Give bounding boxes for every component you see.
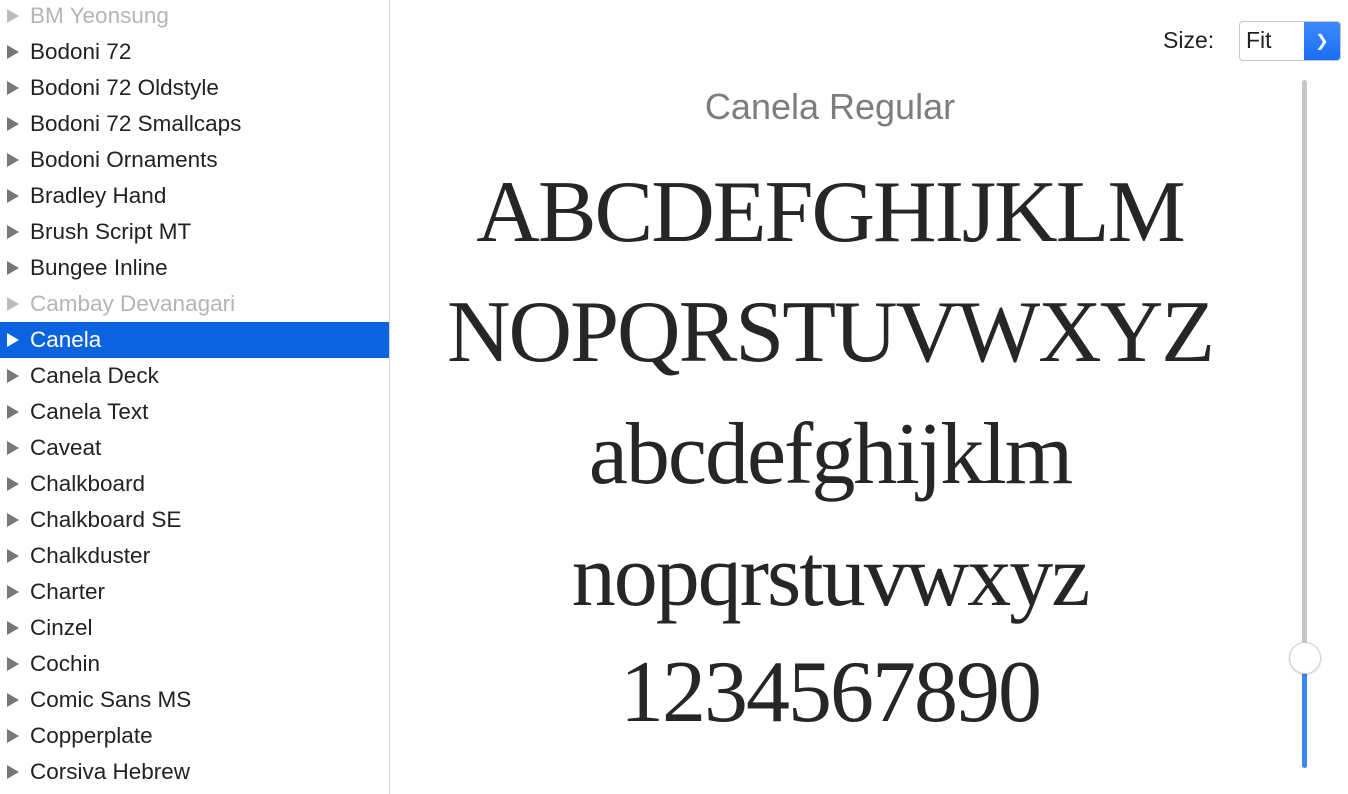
disclosure-triangle-icon[interactable]	[7, 369, 19, 383]
font-list-item[interactable]: Brush Script MT	[0, 214, 389, 250]
sample-lowercase-2: nopqrstuvwxyz	[571, 528, 1091, 625]
font-family-name: Brush Script MT	[30, 219, 192, 244]
disclosure-triangle-icon[interactable]	[7, 153, 19, 167]
font-list-item[interactable]: Bodoni 72	[0, 34, 389, 70]
font-family-name: Cinzel	[30, 615, 93, 640]
size-label: Size:	[1163, 27, 1215, 53]
font-family-name: Canela Text	[30, 399, 149, 424]
font-list-item[interactable]: BM Yeonsung	[0, 0, 389, 34]
disclosure-triangle-icon[interactable]	[7, 477, 19, 491]
font-family-name: Canela Deck	[30, 363, 159, 388]
disclosure-triangle-icon[interactable]	[7, 189, 19, 203]
sample-lowercase-1: abcdefghijklm	[588, 406, 1073, 503]
font-family-name: Chalkboard	[30, 471, 146, 496]
font-list-item[interactable]: Cambay Devanagari	[0, 286, 389, 322]
font-list-item[interactable]: Canela	[0, 322, 389, 358]
disclosure-triangle-icon[interactable]	[7, 585, 19, 599]
disclosure-triangle-icon[interactable]	[7, 693, 19, 707]
size-slider-fill	[1302, 657, 1307, 768]
font-family-name: Copperplate	[30, 723, 153, 748]
font-list-item[interactable]: Canela Deck	[0, 358, 389, 394]
disclosure-triangle-icon[interactable]	[7, 729, 19, 743]
disclosure-triangle-icon[interactable]	[7, 225, 19, 239]
font-family-name: Charter	[30, 579, 106, 604]
font-list-item[interactable]: Caveat	[0, 430, 389, 466]
font-family-name: Cambay Devanagari	[30, 291, 236, 316]
font-family-name: Bodoni 72 Smallcaps	[30, 111, 242, 136]
disclosure-triangle-icon[interactable]	[7, 45, 19, 59]
font-family-name: Cochin	[30, 651, 101, 676]
sample-uppercase-2: NOPQRSTUVWXYZ	[447, 284, 1215, 381]
disclosure-triangle-icon[interactable]	[7, 513, 19, 527]
font-list-item[interactable]: Chalkduster	[0, 538, 389, 574]
font-list-item[interactable]: Copperplate	[0, 718, 389, 754]
font-list-item[interactable]: Charter	[0, 574, 389, 610]
disclosure-triangle-icon[interactable]	[7, 117, 19, 131]
font-family-name: Bodoni 72	[30, 39, 132, 64]
font-family-name: Bungee Inline	[30, 255, 168, 280]
font-family-name: Canela	[30, 327, 102, 352]
font-list-item[interactable]: Canela Text	[0, 394, 389, 430]
disclosure-triangle-icon[interactable]	[7, 333, 19, 347]
font-family-name: Bodoni Ornaments	[30, 147, 218, 172]
font-list-item[interactable]: Cochin	[0, 646, 389, 682]
disclosure-triangle-icon[interactable]	[7, 9, 19, 23]
disclosure-triangle-icon[interactable]	[7, 441, 19, 455]
font-family-name: BM Yeonsung	[30, 3, 169, 28]
disclosure-triangle-icon[interactable]	[7, 405, 19, 419]
disclosure-triangle-icon[interactable]	[7, 549, 19, 563]
font-list-item[interactable]: Bodoni Ornaments	[0, 142, 389, 178]
font-list-item[interactable]: Comic Sans MS	[0, 682, 389, 718]
sample-uppercase-1: ABCDEFGHIJKLM	[476, 164, 1185, 261]
font-list-item[interactable]: Bodoni 72 Oldstyle	[0, 70, 389, 106]
disclosure-triangle-icon[interactable]	[7, 297, 19, 311]
font-list-item[interactable]: Cinzel	[0, 610, 389, 646]
font-family-name: Bradley Hand	[30, 183, 167, 208]
chevron-down-icon[interactable]: ❯	[1304, 22, 1340, 60]
size-value: Fit	[1246, 27, 1272, 53]
font-list[interactable]: BM Yeonsung Bodoni 72 Bodoni 72 Oldstyle Bo…	[0, 0, 390, 794]
font-family-name: Chalkduster	[30, 543, 151, 568]
font-list-item[interactable]: Bradley Hand	[0, 178, 389, 214]
font-family-name: Bodoni 72 Oldstyle	[30, 75, 219, 100]
disclosure-triangle-icon[interactable]	[7, 81, 19, 95]
font-list-item[interactable]: Chalkboard SE	[0, 502, 389, 538]
font-family-name: Corsiva Hebrew	[30, 759, 191, 784]
font-list-item[interactable]: Chalkboard	[0, 466, 389, 502]
font-list-item[interactable]: Bodoni 72 Smallcaps	[0, 106, 389, 142]
disclosure-triangle-icon[interactable]	[7, 765, 19, 779]
disclosure-triangle-icon[interactable]	[7, 621, 19, 635]
font-list-item[interactable]: Bungee Inline	[0, 250, 389, 286]
size-slider-thumb[interactable]	[1289, 641, 1321, 674]
preview-title: Canela Regular	[704, 86, 956, 127]
font-family-name: Caveat	[30, 435, 102, 460]
font-family-name: Chalkboard SE	[30, 507, 182, 532]
font-family-name: Comic Sans MS	[30, 687, 192, 712]
font-list-item[interactable]: Corsiva Hebrew	[0, 754, 389, 790]
sample-digits: 1234567890	[620, 644, 1042, 741]
disclosure-triangle-icon[interactable]	[7, 261, 19, 275]
size-dropdown[interactable]: Fit ❯	[1239, 21, 1341, 61]
disclosure-triangle-icon[interactable]	[7, 657, 19, 671]
